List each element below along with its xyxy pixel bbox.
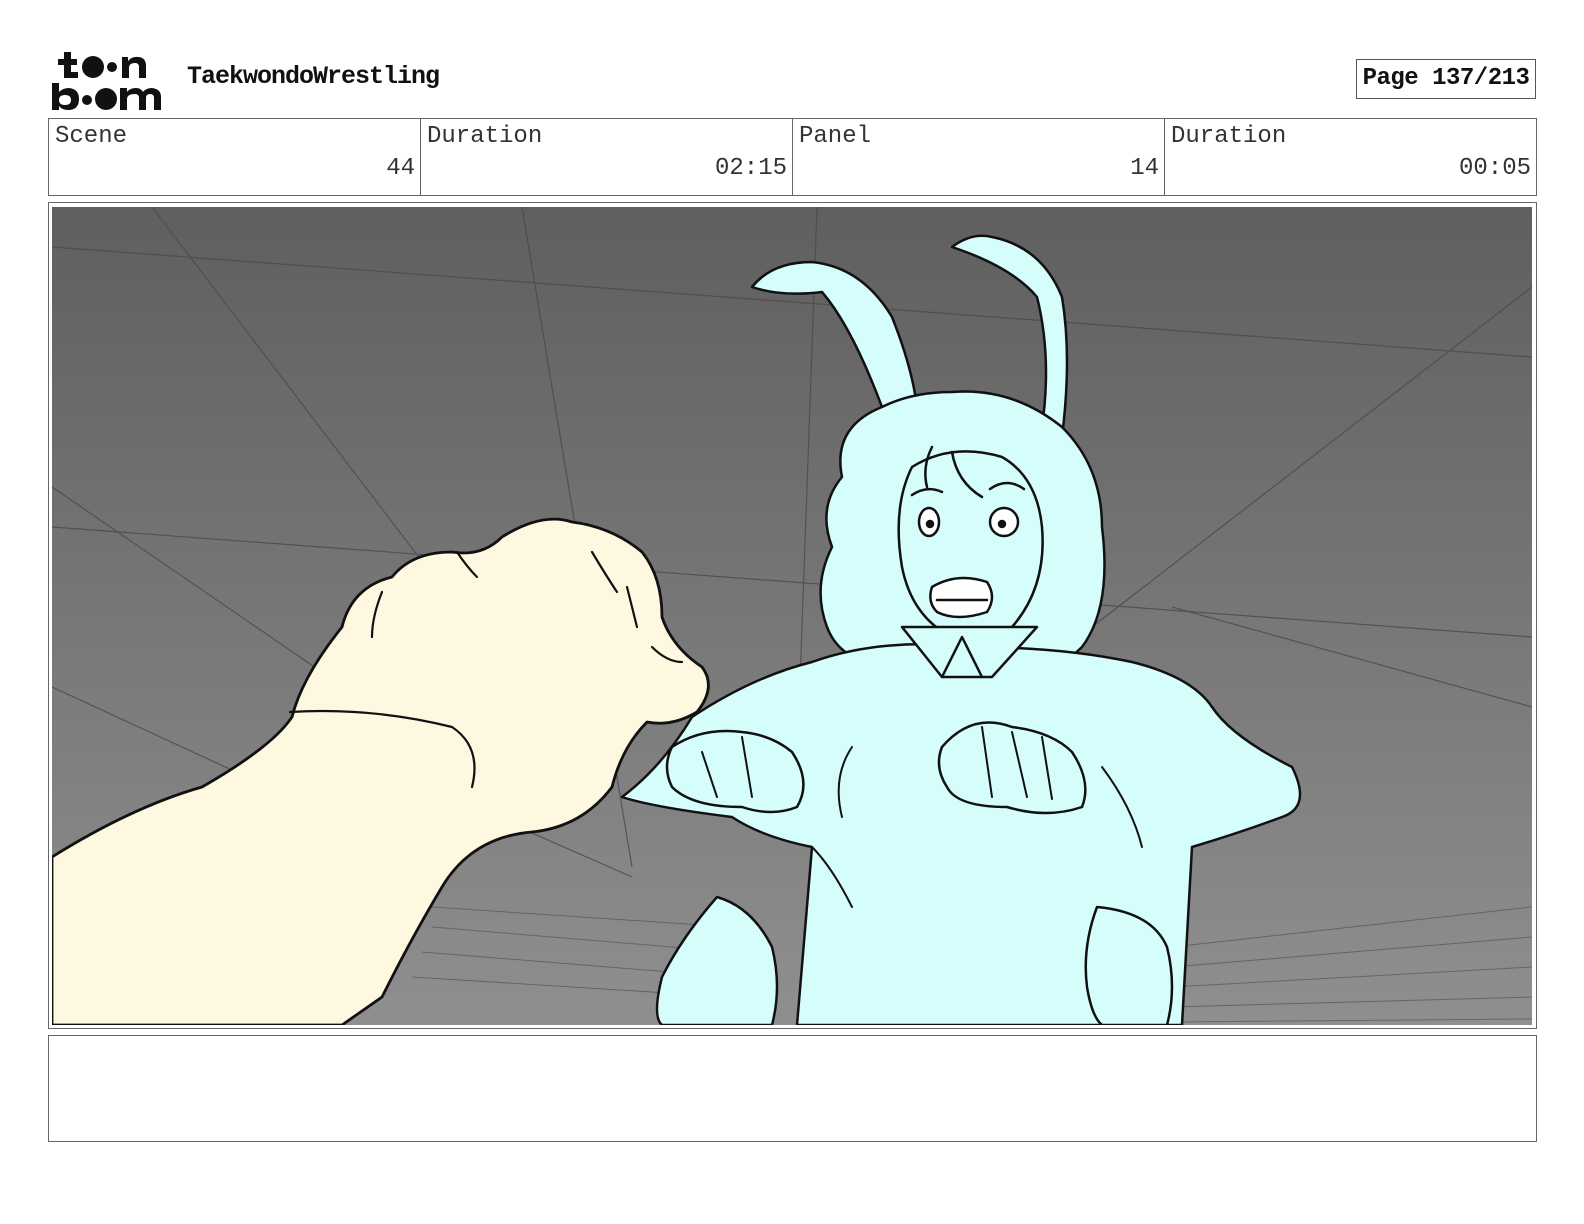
panel-label: Panel <box>799 123 872 150</box>
panel-duration-cell: Duration 00:05 <box>1165 119 1536 195</box>
page-number: Page 137/213 <box>1356 59 1536 99</box>
scene-label: Scene <box>55 123 128 150</box>
project-title: TaekwondoWrestling <box>187 62 440 91</box>
storyboard-panel-drawing <box>52 207 1532 1025</box>
scene-info-table: Scene 44 Duration 02:15 Panel 14 Duratio… <box>48 118 1537 196</box>
panel-value: 14 <box>1130 155 1159 182</box>
scene-cell: Scene 44 <box>49 119 421 195</box>
toon-boom-logo-icon <box>52 52 161 110</box>
scene-duration-cell: Duration 02:15 <box>421 119 793 195</box>
storyboard-sketch <box>52 207 1532 1025</box>
panel-duration-label: Duration <box>1171 123 1287 150</box>
panel-cell: Panel 14 <box>793 119 1165 195</box>
scene-duration-value: 02:15 <box>714 155 787 182</box>
panel-notes <box>48 1035 1537 1142</box>
scene-value: 44 <box>386 155 415 182</box>
toon-boom-logo <box>50 50 165 112</box>
panel-duration-value: 00:05 <box>1458 155 1531 182</box>
scene-duration-label: Duration <box>427 123 543 150</box>
